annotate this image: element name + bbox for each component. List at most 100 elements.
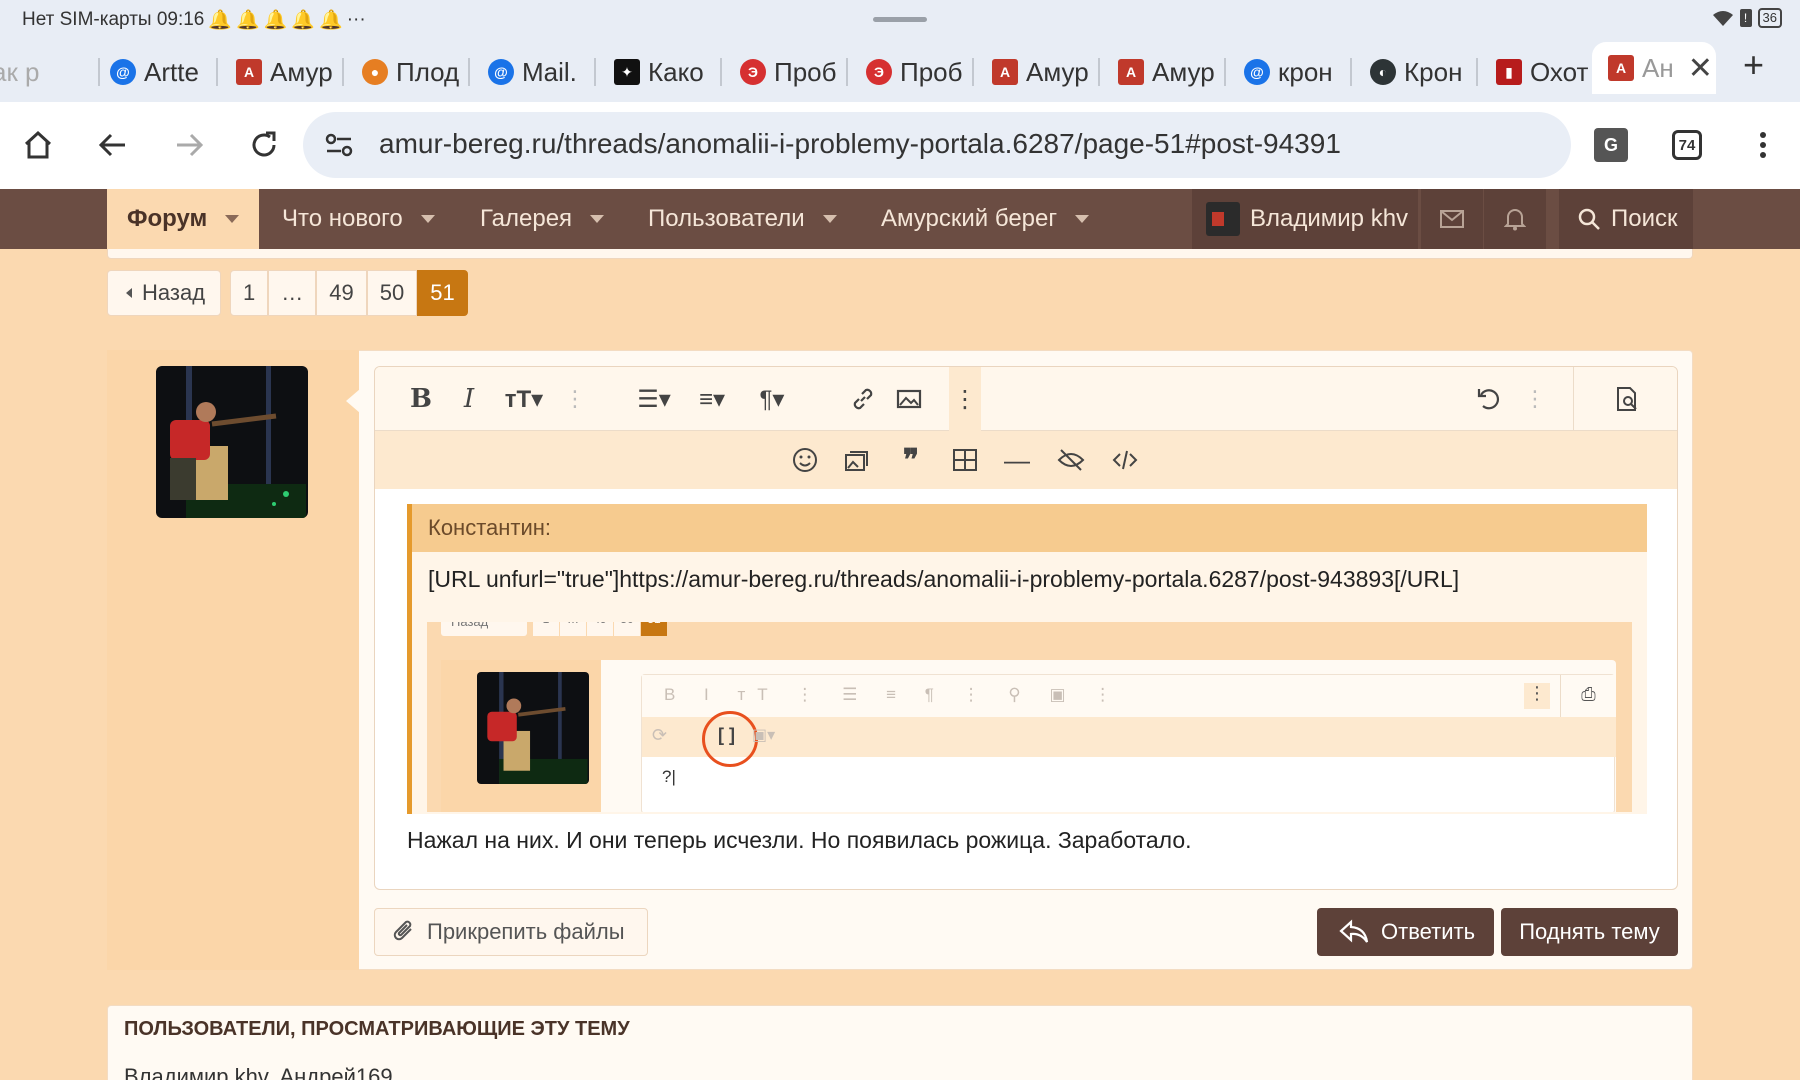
reply-text: Нажал на них. И они теперь исчезли. Но п…: [407, 827, 1192, 853]
nav-item-forum[interactable]: Форум: [107, 189, 260, 249]
tab-strip: ак р @ Artte A Амур ● Плод @ Mail. ✦ Как…: [0, 38, 1800, 102]
inner-toolbar-extra: ⟳ [ ] ▣▾: [642, 711, 1616, 767]
tab[interactable]: ● Плод: [346, 50, 470, 94]
tab[interactable]: @ крон: [1228, 50, 1352, 94]
chevron-down-icon[interactable]: [420, 215, 435, 223]
tab[interactable]: ◐ Крон: [1354, 50, 1478, 94]
boot-icon: ▮: [1496, 59, 1522, 85]
nav-item-whats-new[interactable]: Что нового: [282, 189, 435, 249]
page-link[interactable]: 1: [230, 270, 269, 316]
reload-icon[interactable]: [241, 122, 287, 168]
page-link[interactable]: 50: [366, 270, 418, 316]
table-icon[interactable]: [945, 440, 985, 480]
site-logo-icon: Э: [740, 59, 766, 85]
chevron-down-icon[interactable]: [1075, 215, 1090, 223]
hide-icon[interactable]: [1051, 440, 1091, 480]
italic-icon[interactable]: I: [449, 379, 489, 419]
site-settings-icon[interactable]: [325, 132, 353, 163]
chevron-down-icon[interactable]: [590, 215, 605, 223]
list-icon[interactable]: ☰▾: [629, 379, 679, 419]
address-bar[interactable]: amur-bereg.ru/threads/anomalii-i-problem…: [303, 112, 1571, 178]
site-logo-icon: A: [1608, 55, 1634, 81]
tab[interactable]: @ Artte: [94, 50, 218, 94]
tab[interactable]: ▮ Охот: [1480, 50, 1604, 94]
inner-avatar: [477, 672, 589, 784]
mail-icon: @: [488, 59, 514, 85]
tab[interactable]: A Амур: [220, 50, 344, 94]
inner-page: 51: [641, 622, 667, 636]
new-tab-icon[interactable]: +: [1743, 44, 1764, 86]
chevron-down-icon[interactable]: [822, 215, 837, 223]
text-size-icon[interactable]: тТ▾: [497, 379, 551, 419]
tab[interactable]: Э Проб: [850, 50, 974, 94]
avatar[interactable]: [156, 366, 308, 518]
gallery-icon[interactable]: [838, 440, 878, 480]
page-ellipsis[interactable]: …: [268, 270, 317, 316]
status-right: ! 36: [1712, 8, 1782, 28]
alerts-button[interactable]: [1484, 189, 1546, 249]
search-button[interactable]: Поиск: [1559, 189, 1693, 249]
site-logo-icon: A: [1118, 59, 1144, 85]
tab[interactable]: A Амур: [976, 50, 1100, 94]
tab-label: Artte: [144, 56, 199, 87]
drag-handle[interactable]: [873, 17, 927, 22]
chevron-down-icon[interactable]: [225, 215, 240, 223]
nav-item-gallery[interactable]: Галерея: [480, 189, 605, 249]
close-icon[interactable]: ✕: [1688, 51, 1713, 86]
tab-active[interactable]: A Ан ✕: [1592, 42, 1716, 94]
bump-label: Поднять тему: [1519, 919, 1660, 944]
tab-label: Mail.: [522, 56, 577, 87]
message-editor[interactable]: B I тТ▾ ⋮ ☰▾ ≡▾ ¶▾ ⋮ ⋮ ❞ — Константин: […: [374, 366, 1678, 890]
quote-icon[interactable]: ❞: [891, 440, 931, 480]
more-vertical-icon[interactable]: ⋮: [1515, 379, 1555, 419]
page-current[interactable]: 51: [417, 270, 468, 316]
preview-icon[interactable]: [1607, 379, 1647, 419]
home-icon[interactable]: [15, 122, 61, 168]
horizontal-line-icon[interactable]: —: [997, 440, 1037, 480]
battery-icon: 36: [1757, 8, 1782, 28]
page-link[interactable]: 49: [316, 270, 367, 316]
status-left: Нет SIM-карты 09:16 🔔 🔔 🔔 🔔 🔔 ···: [22, 8, 366, 32]
tab[interactable]: ак р: [0, 50, 100, 94]
tab[interactable]: Э Проб: [724, 50, 848, 94]
link-icon[interactable]: [843, 379, 883, 419]
bell-icon: 🔔: [319, 10, 343, 31]
smiley-icon[interactable]: [785, 440, 825, 480]
nav-item-amur-bereg[interactable]: Амурский берег: [881, 189, 1090, 249]
attach-files-button[interactable]: Прикрепить файлы: [374, 908, 648, 956]
wifi-icon: [1712, 11, 1733, 26]
bold-icon[interactable]: B: [401, 379, 441, 419]
inner-page: 50: [614, 622, 640, 636]
tab-label: Како: [648, 56, 704, 87]
code-icon[interactable]: [1105, 440, 1145, 480]
alert-icon: !: [1739, 9, 1752, 27]
tab[interactable]: @ Mail.: [472, 50, 596, 94]
pagination-back-button[interactable]: Назад: [107, 270, 221, 316]
more-vertical-icon[interactable]: ⋮: [555, 379, 595, 419]
menu-icon[interactable]: [1740, 122, 1786, 168]
nav-item-users[interactable]: Пользователи: [648, 189, 837, 249]
quote-text: [URL unfurl="true"]https://amur-bereg.ru…: [428, 566, 1460, 592]
reply-button[interactable]: Ответить: [1317, 908, 1494, 956]
bell-icon: 🔔: [291, 10, 316, 31]
reply-icon: [1339, 919, 1369, 943]
undo-icon[interactable]: [1469, 379, 1509, 419]
user-menu[interactable]: Владимир khv: [1192, 189, 1418, 249]
align-icon[interactable]: ≡▾: [687, 379, 737, 419]
paragraph-icon[interactable]: ¶▾: [747, 379, 797, 419]
image-icon[interactable]: [889, 379, 929, 419]
bell-icon: 🔔: [236, 10, 260, 31]
forward-icon[interactable]: [166, 122, 212, 168]
more-vertical-icon[interactable]: ⋮: [949, 367, 981, 431]
nav-label: Что нового: [282, 205, 403, 232]
translate-icon[interactable]: G: [1588, 122, 1634, 168]
tab[interactable]: ✦ Како: [598, 50, 722, 94]
back-icon[interactable]: [90, 122, 136, 168]
tab-counter-icon[interactable]: 74: [1664, 122, 1710, 168]
attach-label: Прикрепить файлы: [427, 919, 625, 944]
tab[interactable]: A Амур: [1102, 50, 1226, 94]
inbox-button[interactable]: [1421, 189, 1483, 249]
tab-label: Крон: [1404, 56, 1463, 87]
status-bar: Нет SIM-карты 09:16 🔔 🔔 🔔 🔔 🔔 ··· ! 36: [0, 0, 1800, 38]
bump-thread-button[interactable]: Поднять тему: [1501, 908, 1678, 956]
